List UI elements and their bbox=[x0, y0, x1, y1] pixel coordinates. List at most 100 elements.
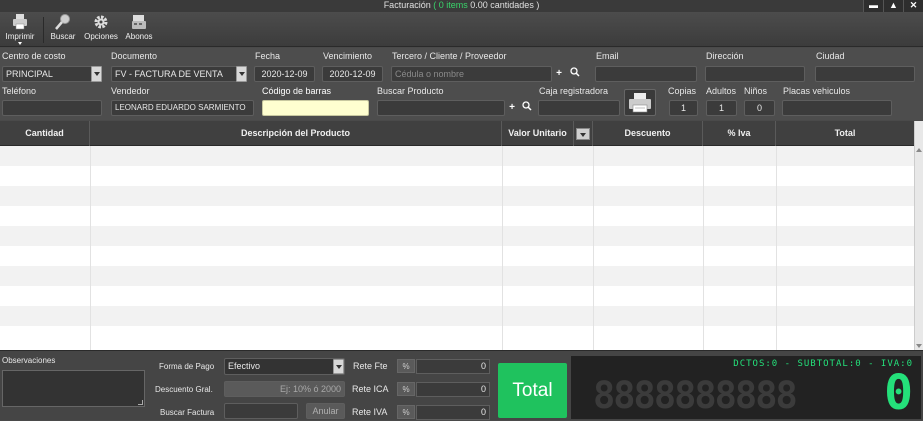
product-search-label: Buscar Producto bbox=[377, 86, 444, 96]
chevron-down-icon[interactable] bbox=[333, 359, 344, 374]
email-field[interactable] bbox=[595, 66, 697, 82]
rete-ica-percent-toggle[interactable]: % bbox=[397, 382, 415, 396]
date-label: Fecha bbox=[255, 51, 281, 61]
register-printer-button[interactable] bbox=[624, 89, 656, 116]
chevron-down-icon[interactable] bbox=[236, 66, 247, 82]
city-field[interactable] bbox=[815, 66, 915, 82]
cash-register-icon bbox=[130, 13, 148, 31]
scroll-down-icon[interactable] bbox=[916, 344, 922, 348]
rete-ica-input[interactable]: 0 bbox=[416, 382, 490, 397]
column-divider bbox=[703, 146, 704, 350]
printer-icon bbox=[629, 93, 651, 113]
minimize-button[interactable]: ▬ bbox=[863, 0, 883, 12]
date-field[interactable]: 2020-12-09 bbox=[254, 66, 315, 82]
scroll-up-icon[interactable] bbox=[916, 148, 922, 152]
adults-label: Adultos bbox=[706, 86, 737, 96]
title-bar: Facturación ( 0 items 0.00 cantidades ) … bbox=[0, 0, 923, 12]
address-label: Dirección bbox=[706, 51, 744, 61]
add-third-party-button[interactable]: + bbox=[553, 67, 565, 81]
table-header: Cantidad Descripción del Producto Valor … bbox=[0, 121, 914, 146]
chevron-down-icon[interactable] bbox=[91, 66, 102, 82]
seller-field[interactable]: LEONARD EDUARDO SARMIENTO bbox=[111, 100, 254, 116]
search-button[interactable]: Buscar bbox=[47, 13, 79, 41]
email-label: Email bbox=[596, 51, 619, 61]
search-invoice-input[interactable] bbox=[224, 403, 298, 419]
footer-panel: Observaciones Forma de Pago Efectivo Des… bbox=[0, 350, 923, 420]
column-header-quantity[interactable]: Cantidad bbox=[0, 121, 90, 146]
rete-ica-label: Rete ICA bbox=[352, 384, 389, 394]
payment-form-label: Forma de Pago bbox=[159, 362, 215, 371]
search-invoice-label: Buscar Factura bbox=[160, 408, 215, 417]
invoice-header-form: Centro de costo PRINCIPAL Documento FV -… bbox=[0, 48, 923, 120]
payment-form-select[interactable]: Efectivo bbox=[224, 358, 345, 375]
product-search-input[interactable] bbox=[377, 100, 505, 116]
total-button[interactable]: Total bbox=[498, 363, 567, 418]
rete-iva-label: Rete IVA bbox=[352, 407, 388, 417]
add-product-button[interactable]: + bbox=[506, 101, 518, 115]
general-discount-input[interactable]: Ej: 10% ó 2000 bbox=[224, 381, 345, 397]
maximize-button[interactable]: ▲ bbox=[883, 0, 903, 12]
product-table: Cantidad Descripción del Producto Valor … bbox=[0, 121, 914, 350]
search-icon bbox=[54, 13, 72, 31]
rete-fte-input[interactable]: 0 bbox=[416, 359, 490, 374]
vehicle-plates-label: Placas vehiculos bbox=[783, 86, 851, 96]
printer-icon bbox=[11, 13, 29, 31]
phone-field[interactable] bbox=[2, 100, 102, 116]
third-party-label: Tercero / Cliente / Proveedor bbox=[392, 51, 507, 61]
seller-label: Vendedor bbox=[111, 86, 150, 96]
options-label: Opciones bbox=[84, 32, 118, 41]
barcode-input[interactable] bbox=[262, 100, 369, 116]
resize-grip-icon[interactable] bbox=[138, 400, 143, 405]
column-divider bbox=[593, 146, 594, 350]
payments-button[interactable]: Abonos bbox=[123, 13, 155, 41]
total-display: DCTOS:0 - SUBTOTAL:0 - IVA:0 8888888888 … bbox=[571, 356, 921, 419]
rete-fte-percent-toggle[interactable]: % bbox=[397, 359, 415, 373]
close-button[interactable]: ✕ bbox=[903, 0, 923, 12]
column-header-total[interactable]: Total bbox=[776, 121, 914, 146]
cash-register-label: Caja registradora bbox=[539, 86, 609, 96]
cancel-invoice-button[interactable]: Anular bbox=[306, 403, 345, 419]
copies-field[interactable]: 1 bbox=[669, 100, 698, 116]
column-header-vat[interactable]: % Iva bbox=[703, 121, 776, 146]
due-date-field[interactable]: 2020-12-09 bbox=[322, 66, 383, 82]
address-field[interactable] bbox=[705, 66, 805, 82]
print-label: Imprimir bbox=[5, 32, 35, 41]
column-header-discount[interactable]: Descuento bbox=[593, 121, 703, 146]
search-icon[interactable] bbox=[521, 101, 533, 115]
rete-iva-input[interactable]: 0 bbox=[416, 405, 490, 420]
toolbar-separator bbox=[43, 17, 44, 43]
cash-register-field[interactable] bbox=[538, 100, 620, 116]
quantity-count: 0.00 cantidades ) bbox=[470, 0, 540, 10]
rete-iva-percent-toggle[interactable]: % bbox=[397, 405, 415, 419]
vehicle-plates-field[interactable] bbox=[782, 100, 892, 116]
window-title: Facturación bbox=[383, 0, 431, 10]
observations-textarea[interactable] bbox=[2, 370, 145, 407]
observations-label: Observaciones bbox=[2, 356, 56, 365]
cost-center-label: Centro de costo bbox=[2, 51, 66, 61]
city-label: Ciudad bbox=[816, 51, 845, 61]
cost-center-select[interactable]: PRINCIPAL bbox=[2, 66, 102, 82]
general-discount-label: Descuento Gral. bbox=[155, 385, 213, 394]
third-party-input[interactable]: Cédula o nombre bbox=[391, 66, 552, 82]
gear-icon bbox=[92, 13, 110, 31]
rete-fte-label: Rete Fte bbox=[353, 361, 388, 371]
search-label: Buscar bbox=[50, 32, 76, 41]
vertical-scrollbar[interactable] bbox=[914, 121, 923, 350]
children-field[interactable]: 0 bbox=[744, 100, 775, 116]
column-header-description[interactable]: Descripción del Producto bbox=[90, 121, 502, 146]
document-select[interactable]: FV - FACTURA DE VENTA bbox=[111, 66, 247, 82]
chevron-down-icon bbox=[576, 128, 590, 140]
options-button[interactable]: Opciones bbox=[82, 13, 120, 41]
items-count: ( 0 items bbox=[433, 0, 468, 10]
display-background-digits: 8888888888 bbox=[593, 374, 798, 417]
toolbar: Imprimir Buscar Opciones Abonos bbox=[0, 12, 923, 47]
print-button[interactable]: Imprimir bbox=[2, 13, 38, 45]
search-icon[interactable] bbox=[569, 67, 581, 81]
copies-label: Copias bbox=[668, 86, 697, 96]
barcode-label: Código de barras bbox=[262, 86, 332, 96]
adults-field[interactable]: 1 bbox=[706, 100, 737, 116]
payments-label: Abonos bbox=[125, 32, 153, 41]
unit-value-dropdown[interactable] bbox=[574, 121, 593, 146]
column-divider bbox=[502, 146, 503, 350]
column-header-unit-value[interactable]: Valor Unitario bbox=[502, 121, 574, 146]
